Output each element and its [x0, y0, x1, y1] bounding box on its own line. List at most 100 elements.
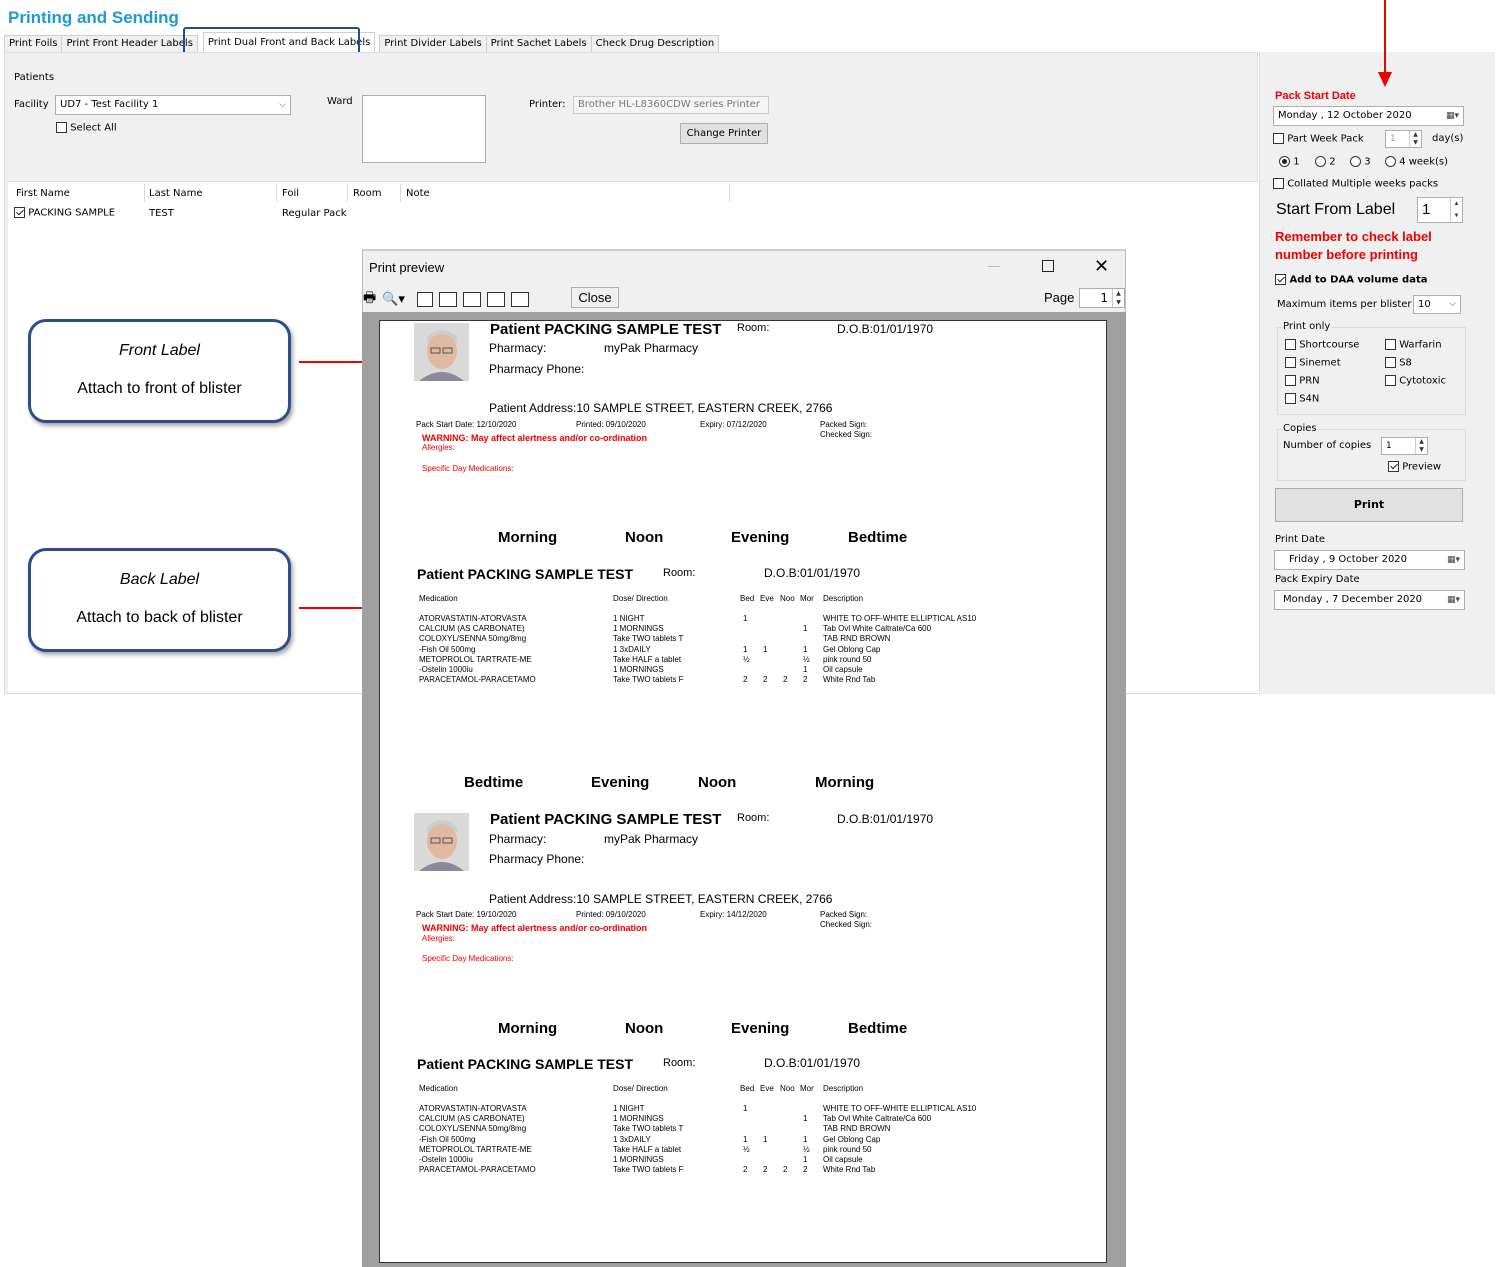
page-title: Printing and Sending — [8, 8, 179, 27]
pack-start-value: Monday , 12 October 2020 — [1278, 110, 1412, 121]
spinner-arrows-icon[interactable]: ▲ ▼ — [1450, 198, 1462, 222]
page-spinner[interactable]: 1 ▲ ▼ — [1079, 288, 1125, 308]
select-all[interactable]: Select All — [56, 122, 117, 134]
med-cell-desc: White Rnd Tab — [823, 675, 876, 685]
maximize-icon[interactable] — [1042, 260, 1054, 272]
med-cell-mor: 1 — [803, 1134, 808, 1144]
calendar-icon[interactable]: ▦▾ — [1447, 551, 1460, 569]
med-col-header: Medication — [419, 594, 458, 603]
front-callout-text: Attach to front of blister — [77, 380, 242, 397]
col-foil[interactable]: Foil — [282, 188, 299, 199]
tab-print-foils[interactable]: Print Foils — [4, 35, 63, 53]
s4n-checkbox[interactable] — [1285, 393, 1296, 404]
close-icon[interactable]: ✕ — [1094, 256, 1109, 277]
spinner-arrows-icon[interactable]: ▲ ▼ — [1409, 131, 1421, 147]
page-value: 1 — [1100, 291, 1108, 305]
s8-checkbox[interactable] — [1385, 357, 1396, 368]
front1-dob: D.O.B:01/01/1970 — [837, 322, 934, 336]
tab-front-header-labels[interactable]: Print Front Header Labels — [61, 35, 198, 53]
preview-checkbox[interactable] — [1388, 461, 1399, 472]
shortcourse-checkbox[interactable] — [1285, 339, 1296, 350]
preview-option[interactable]: Preview — [1388, 461, 1441, 473]
zoom-icon[interactable]: 🔍▾ — [382, 292, 405, 307]
radio-4[interactable]: 4 week(s) — [1385, 156, 1448, 168]
one-page-icon[interactable] — [416, 291, 433, 307]
printer-label: Printer: — [529, 99, 566, 110]
max-items-select[interactable]: 10 ⌵ — [1413, 295, 1461, 314]
med-cell-noo: 2 — [783, 1165, 788, 1175]
three-page-icon[interactable] — [462, 291, 481, 307]
cytotoxic-checkbox[interactable] — [1385, 375, 1396, 386]
med-col-header: Mor — [800, 594, 814, 603]
collated-multiple-weeks[interactable]: Collated Multiple weeks packs — [1273, 178, 1438, 190]
col-last-name[interactable]: Last Name — [149, 188, 203, 199]
row-checkbox[interactable] — [14, 207, 25, 218]
table-row[interactable]: PACKING SAMPLE — [14, 207, 115, 219]
part-week-checkbox[interactable] — [1273, 133, 1284, 144]
radio-2-button[interactable] — [1315, 156, 1326, 167]
spinner-arrows-icon[interactable]: ▲ ▼ — [1415, 438, 1427, 454]
ward-list[interactable] — [362, 95, 486, 163]
radio-4-button[interactable] — [1385, 156, 1396, 167]
radio-3[interactable]: 3 — [1350, 156, 1385, 168]
two-page-icon[interactable] — [438, 291, 457, 307]
tab-check-drug[interactable]: Check Drug Description — [590, 35, 720, 53]
med-col-header: Bed — [740, 1084, 755, 1093]
s8-option[interactable]: S8 — [1385, 357, 1412, 369]
med-col-header: Dose/ Direction — [613, 1084, 668, 1093]
radio-1-button[interactable] — [1279, 156, 1290, 167]
shortcourse-option[interactable]: Shortcourse — [1285, 339, 1359, 351]
radio-1[interactable]: 1 — [1279, 156, 1315, 168]
sinemet-option[interactable]: Sinemet — [1285, 357, 1341, 369]
tab-sachet-labels[interactable]: Print Sachet Labels — [485, 35, 592, 53]
med-cell-bed: 1 — [743, 1134, 748, 1144]
change-printer-button[interactable]: Change Printer — [680, 123, 768, 144]
expiry-date-picker[interactable]: Monday , 7 December 2020 ▦▾ — [1274, 590, 1465, 610]
print-date-picker[interactable]: Friday , 9 October 2020 ▦▾ — [1274, 550, 1465, 570]
pack-start-date-picker[interactable]: Monday , 12 October 2020 ▦▾ — [1273, 106, 1464, 126]
print-button[interactable]: Print — [1275, 488, 1463, 522]
radio-2[interactable]: 2 — [1315, 156, 1350, 168]
preview-title: Print preview — [369, 260, 445, 275]
s4n-option[interactable]: S4N — [1285, 393, 1319, 405]
add-daa-checkbox[interactable] — [1275, 274, 1286, 285]
preview-close-button[interactable]: Close — [571, 287, 619, 308]
prn-checkbox[interactable] — [1285, 375, 1296, 386]
calendar-icon[interactable]: ▦▾ — [1446, 107, 1459, 125]
facility-select[interactable]: UD7 - Test Facility 1 ⌵ — [55, 95, 291, 115]
med-cell-d: 1 NIGHT — [613, 1104, 645, 1113]
six-page-icon[interactable] — [510, 291, 529, 307]
add-daa[interactable]: Add to DAA volume data — [1275, 274, 1427, 286]
radio-3-button[interactable] — [1350, 156, 1361, 167]
front2-address: Patient Address:10 SAMPLE STREET, EASTER… — [489, 892, 833, 906]
calendar-icon[interactable]: ▦▾ — [1447, 591, 1460, 609]
part-week-days-spinner[interactable]: 1 ▲ ▼ — [1385, 130, 1422, 148]
med-cell-desc: White Rnd Tab — [823, 1165, 876, 1175]
select-all-checkbox[interactable] — [56, 122, 67, 133]
warfarin-label: Warfarin — [1399, 339, 1442, 351]
minimize-icon[interactable] — [988, 266, 1000, 267]
tab-divider-labels[interactable]: Print Divider Labels — [379, 35, 487, 53]
prn-option[interactable]: PRN — [1285, 375, 1320, 387]
col-first-name[interactable]: First Name — [16, 188, 70, 199]
start-from-spinner[interactable]: 1 ▲ ▼ — [1417, 197, 1463, 223]
printer-icon[interactable]: 🖶 — [363, 287, 376, 311]
col-room[interactable]: Room — [353, 188, 381, 199]
four-page-icon[interactable] — [486, 291, 505, 307]
med-cell-d: 1 MORNINGS — [613, 665, 664, 674]
back-callout-title: Back Label — [119, 571, 200, 588]
front2-warning: WARNING: May affect alertness and/or co-… — [422, 923, 648, 933]
copies-spinner[interactable]: 1 ▲ ▼ — [1381, 437, 1428, 455]
med-cell-bed: 1 — [743, 1104, 748, 1113]
part-week-pack[interactable]: Part Week Pack — [1273, 133, 1364, 145]
front1-warning: WARNING: May affect alertness and/or co-… — [422, 433, 648, 443]
collated-checkbox[interactable] — [1273, 178, 1284, 189]
cytotoxic-option[interactable]: Cytotoxic — [1385, 375, 1446, 387]
sinemet-checkbox[interactable] — [1285, 357, 1296, 368]
warfarin-option[interactable]: Warfarin — [1385, 339, 1442, 351]
front1-expiry: Expiry: 07/12/2020 — [700, 420, 767, 429]
warfarin-checkbox[interactable] — [1385, 339, 1396, 350]
back-heading-noon: Noon — [698, 774, 737, 791]
col-note[interactable]: Note — [406, 188, 430, 199]
spinner-arrows-icon[interactable]: ▲ ▼ — [1112, 289, 1124, 307]
